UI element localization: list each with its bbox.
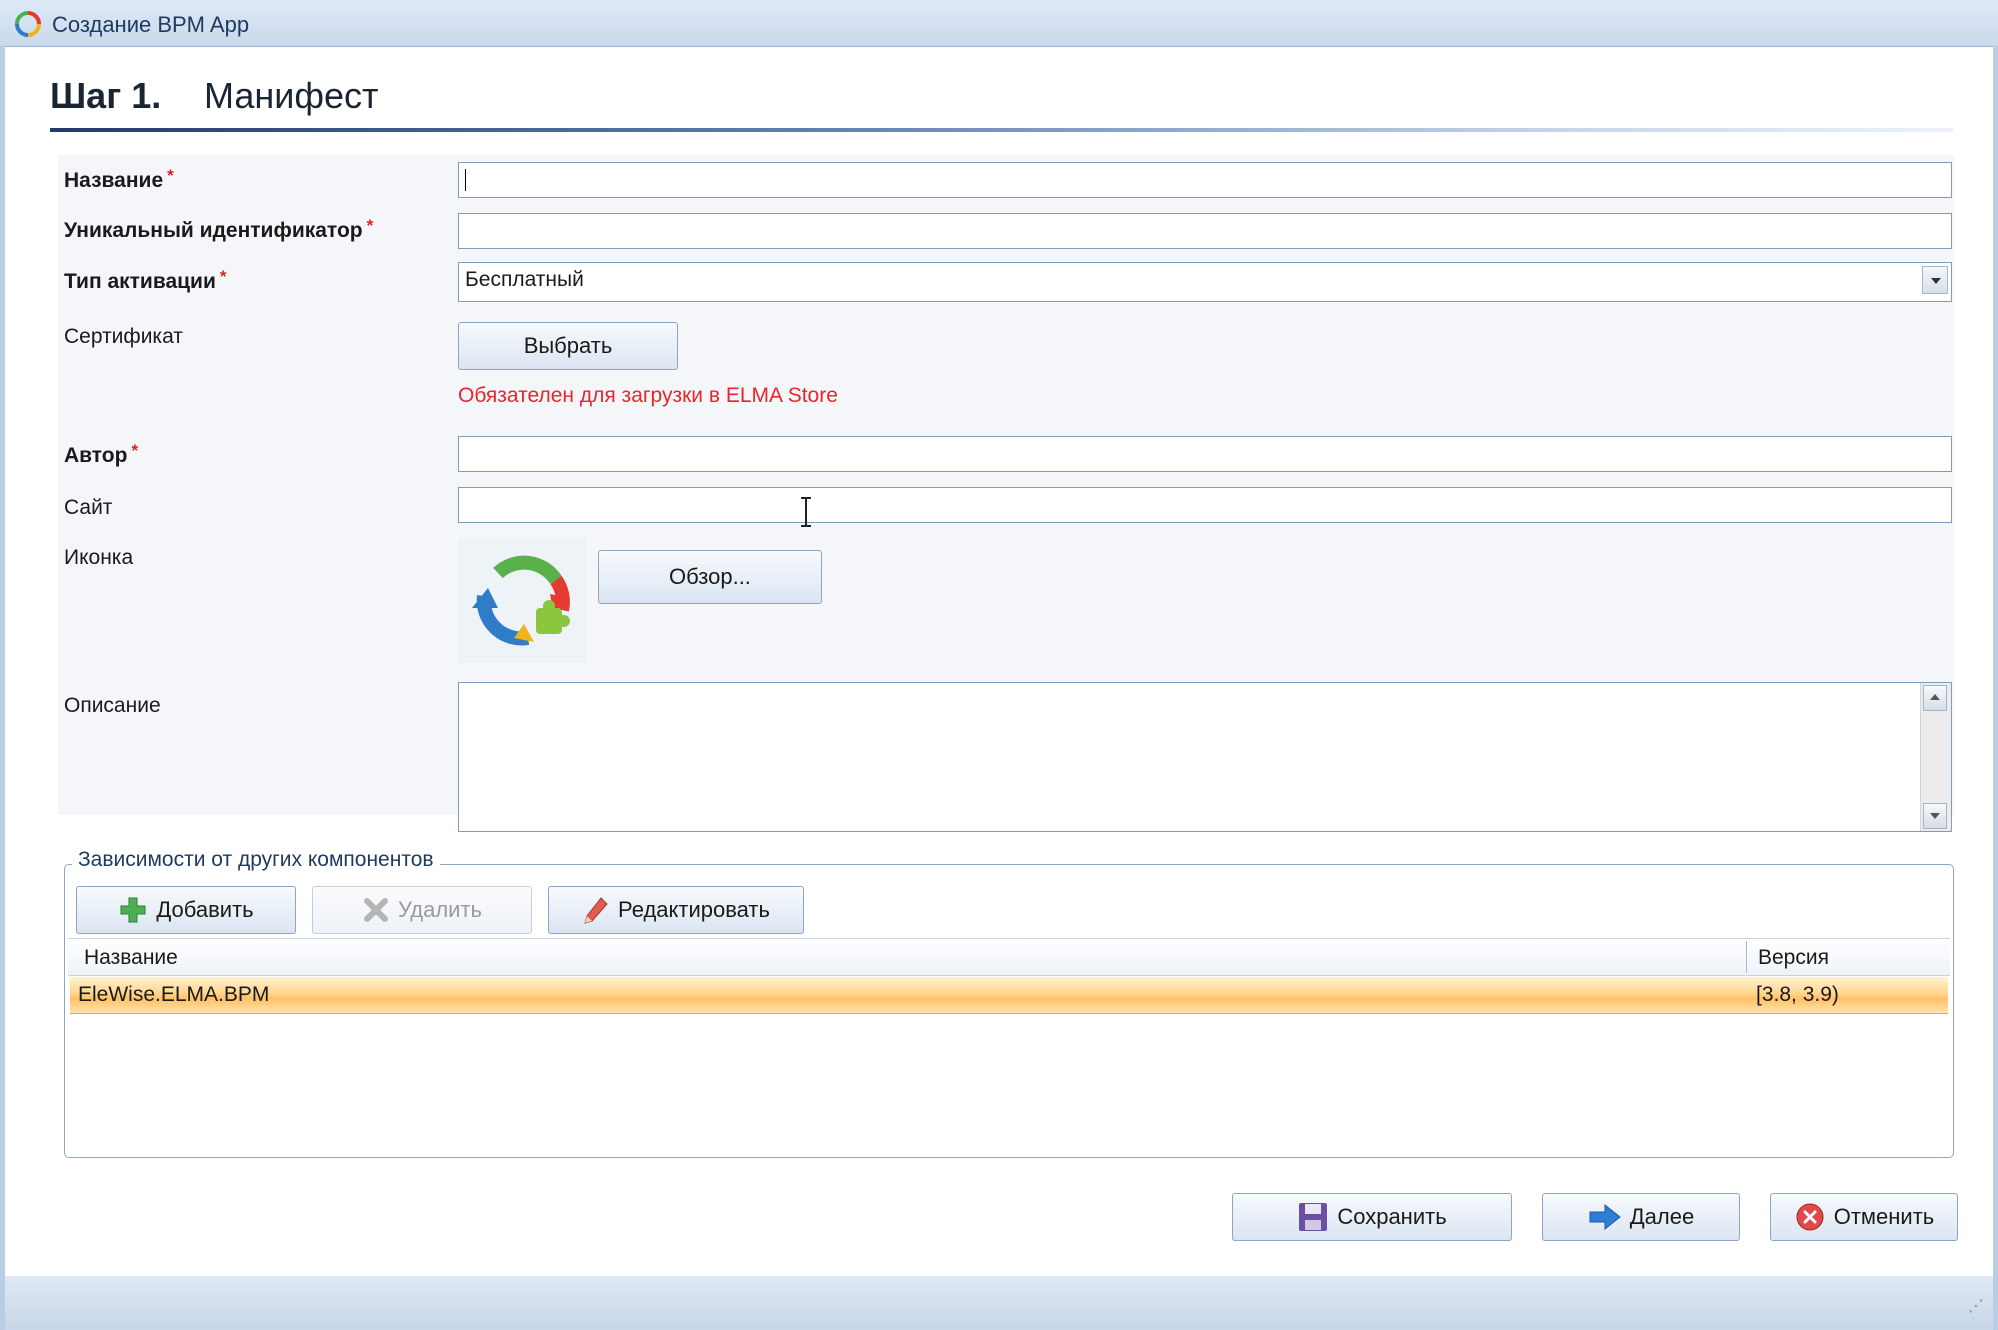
activation-label: Тип активации * [64, 267, 227, 294]
certificate-label: Сертификат [64, 325, 183, 348]
save-label: Сохранить [1337, 1204, 1447, 1229]
required-marker: * [131, 441, 139, 460]
step-title: Манифест [204, 75, 379, 116]
text-cursor-icon [801, 497, 811, 527]
status-bar [5, 1276, 1993, 1330]
activation-label-text: Тип активации [64, 270, 216, 293]
name-label-text: Название [64, 169, 164, 192]
site-input[interactable] [458, 487, 1952, 523]
scroll-up-icon[interactable] [1923, 685, 1947, 711]
window-border-right [1993, 46, 1998, 1330]
scroll-down-icon[interactable] [1923, 803, 1947, 829]
delete-dependency-button[interactable]: Удалить [312, 886, 532, 934]
author-label: Автор * [64, 441, 139, 468]
pencil-icon [584, 897, 608, 924]
step-number: Шаг 1. [50, 75, 162, 116]
floppy-icon [1299, 1203, 1328, 1231]
required-marker: * [219, 267, 227, 286]
next-label: Далее [1629, 1204, 1695, 1229]
name-input[interactable] [458, 162, 1952, 198]
wizard-window: Создание BPM App Шаг 1. Манифест Названи… [0, 0, 1998, 1330]
dependencies-title: Зависимости от других компонентов [72, 848, 440, 872]
description-textarea[interactable] [458, 682, 1952, 832]
elma-app-icon [472, 555, 570, 646]
site-label: Сайт [64, 496, 113, 519]
column-header-version[interactable]: Версия [1758, 946, 1829, 970]
cancel-button[interactable]: Отменить [1770, 1193, 1958, 1241]
window-title: Создание BPM App [52, 12, 250, 37]
app-logo-icon [15, 11, 41, 37]
next-button[interactable]: Далее [1542, 1193, 1740, 1241]
id-label-text: Уникальный идентификатор [64, 219, 363, 242]
x-icon [364, 898, 388, 922]
add-dependency-label: Добавить [156, 897, 254, 922]
resize-grip-icon[interactable]: ⋰ [1968, 1296, 1984, 1316]
app-icon-preview [458, 538, 586, 663]
chevron-down-icon[interactable] [1922, 266, 1948, 294]
certificate-hint: Обязателен для загрузки в ELMA Store [458, 384, 838, 407]
table-row[interactable]: EleWise.ELMA.BPM [3.8, 3.9) [70, 977, 1948, 1014]
icon-label: Иконка [64, 546, 134, 569]
add-dependency-button[interactable]: Добавить [76, 886, 296, 934]
description-label: Описание [64, 694, 161, 717]
description-scrollbar[interactable] [1920, 683, 1951, 831]
author-input[interactable] [458, 436, 1952, 472]
choose-certificate-button[interactable]: Выбрать [458, 322, 678, 370]
name-label: Название * [64, 166, 174, 193]
cancel-icon [1796, 1203, 1824, 1231]
step-divider [50, 128, 1953, 132]
required-marker: * [366, 216, 374, 235]
text-caret [465, 169, 466, 191]
edit-dependency-button[interactable]: Редактировать [548, 886, 804, 934]
row-version-cell: [3.8, 3.9) [1756, 983, 1839, 1006]
column-separator[interactable] [1746, 941, 1747, 973]
edit-dependency-label: Редактировать [618, 897, 770, 922]
activation-type-value: Бесплатный [465, 268, 584, 291]
arrow-right-icon [1589, 1203, 1621, 1231]
title-bar: Создание BPM App [0, 0, 1998, 47]
table-header: Название Версия [68, 939, 1950, 976]
dependencies-table: Название Версия EleWise.ELMA.BPM [3.8, 3… [68, 938, 1950, 1155]
author-label-text: Автор [64, 444, 128, 467]
row-name-cell: EleWise.ELMA.BPM [78, 983, 270, 1006]
window-border-left [0, 46, 5, 1330]
delete-dependency-label: Удалить [398, 897, 482, 922]
required-marker: * [167, 166, 174, 185]
column-header-name[interactable]: Название [84, 946, 178, 970]
plus-icon [120, 897, 146, 923]
browse-icon-button[interactable]: Обзор... [598, 550, 822, 604]
id-label: Уникальный идентификатор * [64, 216, 374, 243]
save-button[interactable]: Сохранить [1232, 1193, 1512, 1241]
cancel-label: Отменить [1833, 1204, 1935, 1229]
unique-id-input[interactable] [458, 213, 1952, 249]
activation-type-select[interactable]: Бесплатный [458, 262, 1952, 302]
